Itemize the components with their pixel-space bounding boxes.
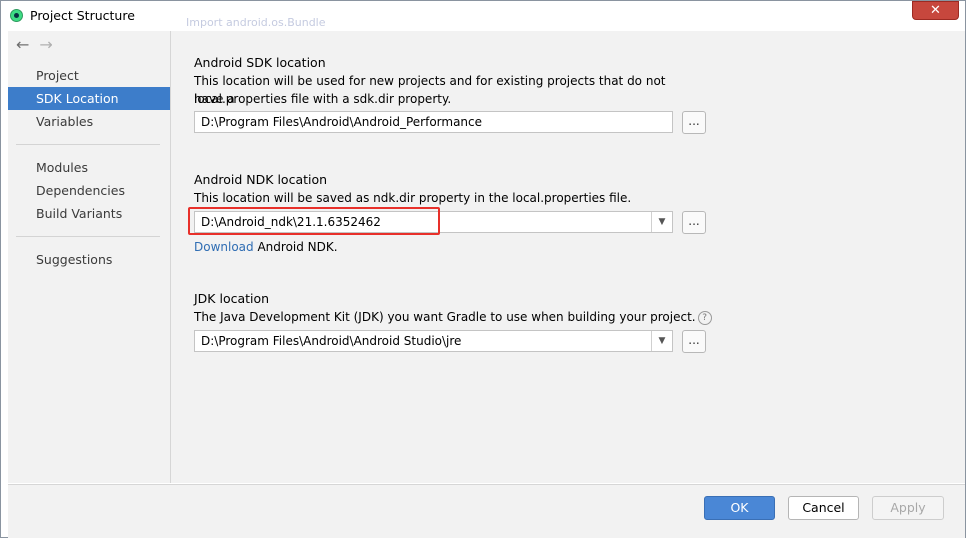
download-ndk-link[interactable]: Download	[194, 240, 254, 254]
jdk-description-row: The Java Development Kit (JDK) you want …	[194, 308, 754, 326]
jdk-section-title: JDK location	[194, 291, 270, 306]
jdk-path-value: D:\Program Files\Android\Android Studio\…	[201, 334, 462, 348]
apply-button[interactable]: Apply	[872, 496, 944, 520]
jdk-dropdown-icon[interactable]: ▼	[651, 331, 672, 351]
jdk-browse-button[interactable]: ...	[682, 330, 706, 353]
title-bar: Project Structure Import android.os.Bund…	[1, 1, 965, 30]
nav-arrows: ← →	[16, 35, 53, 54]
sidebar: ← → Project SDK Location Variables Module…	[8, 31, 171, 483]
jdk-path-combo[interactable]: D:\Program Files\Android\Android Studio\…	[194, 330, 673, 352]
ndk-browse-button[interactable]: ...	[682, 211, 706, 234]
ok-button[interactable]: OK	[704, 496, 775, 520]
ndk-section-title: Android NDK location	[194, 172, 328, 187]
sdk-path-field[interactable]: D:\Program Files\Android\Android_Perform…	[194, 111, 673, 133]
sidebar-item-sdk-location[interactable]: SDK Location	[8, 87, 170, 110]
help-icon[interactable]: ?	[697, 311, 712, 325]
sidebar-item-build-variants[interactable]: Build Variants	[8, 202, 170, 225]
sidebar-divider	[16, 236, 160, 237]
android-studio-icon	[10, 9, 23, 22]
sidebar-item-dependencies[interactable]: Dependencies	[8, 179, 170, 202]
download-ndk-suffix: Android NDK.	[253, 240, 338, 254]
cancel-button[interactable]: Cancel	[788, 496, 859, 520]
close-button[interactable]: ✕	[912, 1, 959, 20]
jdk-description: The Java Development Kit (JDK) you want …	[194, 310, 696, 324]
window-title: Project Structure	[30, 8, 135, 23]
forward-arrow-icon[interactable]: →	[39, 35, 52, 54]
sdk-location-panel: Android SDK location This location will …	[171, 31, 965, 483]
sdk-section-title: Android SDK location	[194, 55, 326, 70]
back-arrow-icon[interactable]: ←	[16, 35, 29, 54]
sidebar-item-modules[interactable]: Modules	[8, 156, 170, 179]
ndk-dropdown-icon[interactable]: ▼	[651, 212, 672, 232]
background-tab-text: Import android.os.Bundle	[186, 16, 326, 29]
sdk-description-line2: local.properties file with a sdk.dir pro…	[194, 92, 452, 106]
ndk-description: This location will be saved as ndk.dir p…	[194, 191, 632, 205]
sidebar-item-project[interactable]: Project	[8, 64, 170, 87]
sidebar-item-suggestions[interactable]: Suggestions	[8, 248, 170, 271]
sidebar-divider	[16, 144, 160, 145]
ndk-highlight-annotation	[188, 207, 440, 235]
sidebar-item-variables[interactable]: Variables	[8, 110, 170, 133]
sdk-browse-button[interactable]: ...	[682, 111, 706, 134]
project-structure-dialog: Project Structure Import android.os.Bund…	[0, 0, 966, 538]
ndk-download-line: Download Android NDK.	[194, 240, 338, 254]
